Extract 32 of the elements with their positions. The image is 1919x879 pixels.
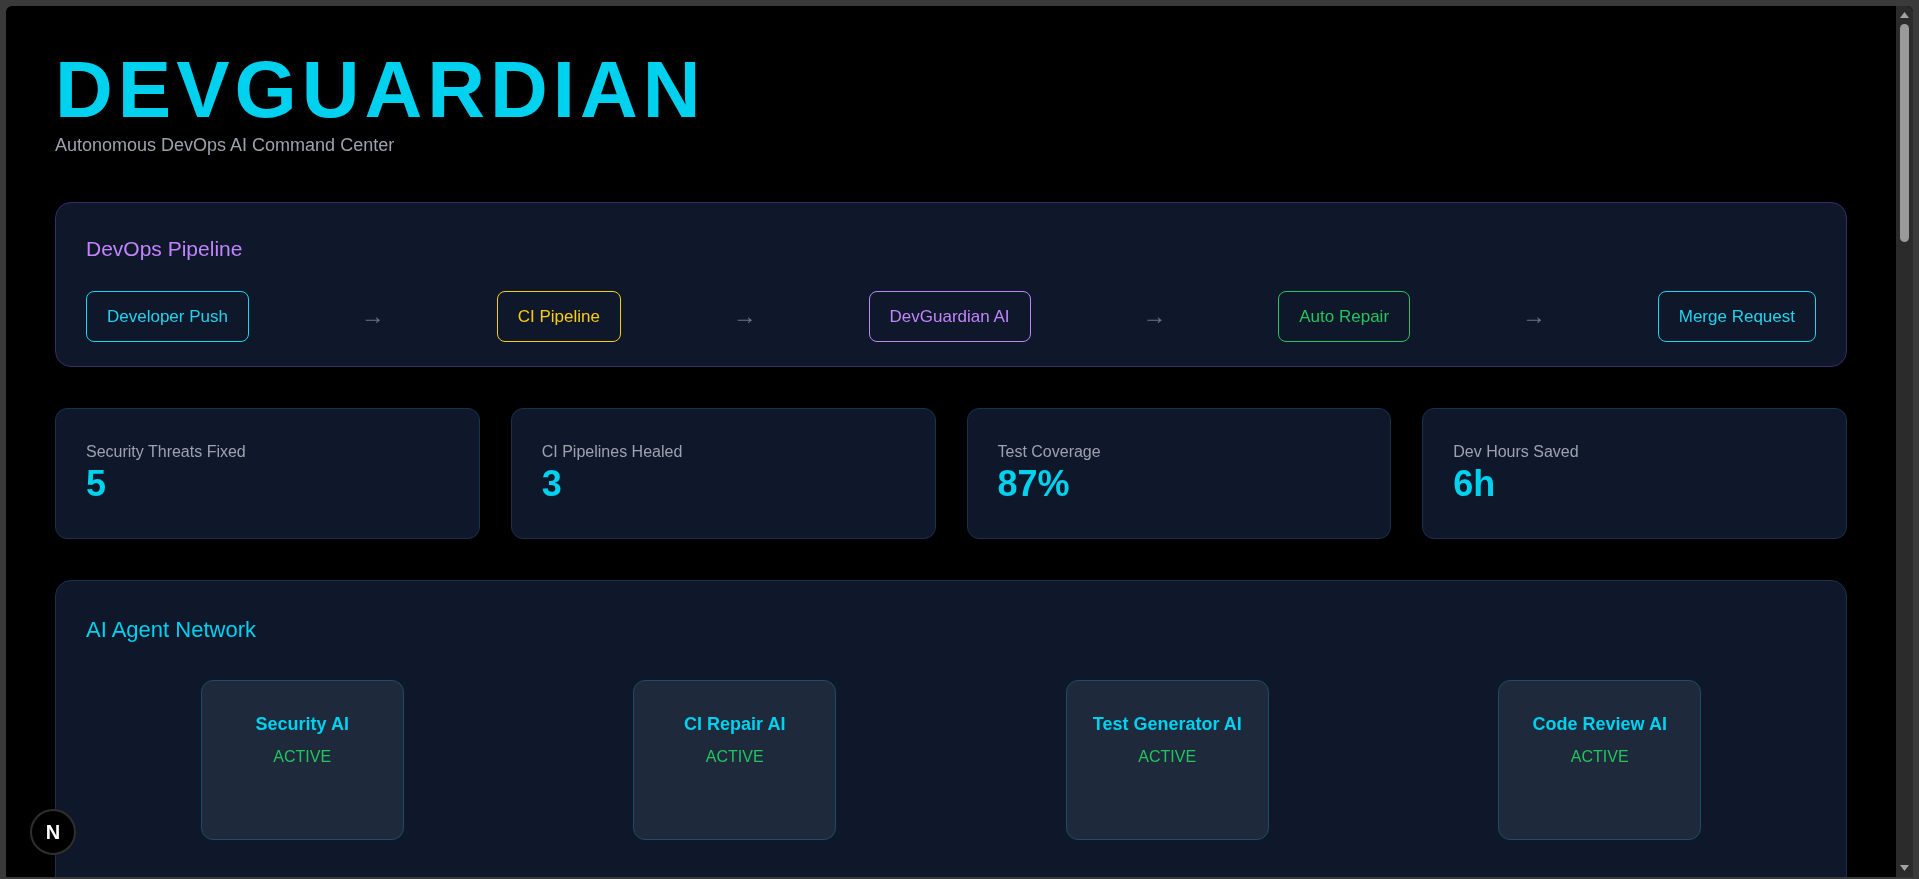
pipeline-stage: DevGuardian AI xyxy=(868,290,1031,342)
agent-status: ACTIVE xyxy=(273,747,332,767)
pipeline-stage: Auto Repair xyxy=(1278,290,1411,342)
arrow-icon: → xyxy=(1138,298,1171,335)
scroll-up-icon xyxy=(1900,12,1909,18)
arrow-icon: → xyxy=(728,298,761,335)
app-title: DEVGUARDIAN xyxy=(55,50,706,130)
stat-value: 3 xyxy=(541,464,562,504)
agent-name: Code Review AI xyxy=(1532,713,1667,736)
arrow-icon: → xyxy=(356,298,389,335)
stat-label: Security Threats Fixed xyxy=(86,442,246,462)
panel-heading: AI Agent Network xyxy=(86,616,256,644)
stat-value: 5 xyxy=(86,464,107,504)
agent-name: CI Repair AI xyxy=(684,713,786,736)
pipeline-stage: Developer Push xyxy=(86,290,249,342)
agent-status: ACTIVE xyxy=(1138,747,1197,767)
pipeline-stage: Merge Request xyxy=(1657,290,1816,342)
stat-label: CI Pipelines Healed xyxy=(541,442,683,462)
panel-heading: DevOps Pipeline xyxy=(86,236,243,262)
agent-name: Security AI xyxy=(255,713,349,736)
agent-name: Test Generator AI xyxy=(1092,713,1242,736)
stat-value: 87% xyxy=(997,464,1070,504)
agent-status: ACTIVE xyxy=(705,747,764,767)
scroll-down-icon xyxy=(1900,865,1909,871)
stat-label: Dev Hours Saved xyxy=(1453,442,1579,462)
app-subtitle: Autonomous DevOps AI Command Center xyxy=(55,134,395,157)
pipeline-stage: CI Pipeline xyxy=(496,290,621,342)
stat-label: Test Coverage xyxy=(997,442,1101,462)
dev-indicator-button[interactable]: N xyxy=(30,809,76,855)
stat-value: 6h xyxy=(1453,464,1496,504)
arrow-icon: → xyxy=(1517,298,1550,335)
agent-status: ACTIVE xyxy=(1570,747,1629,767)
